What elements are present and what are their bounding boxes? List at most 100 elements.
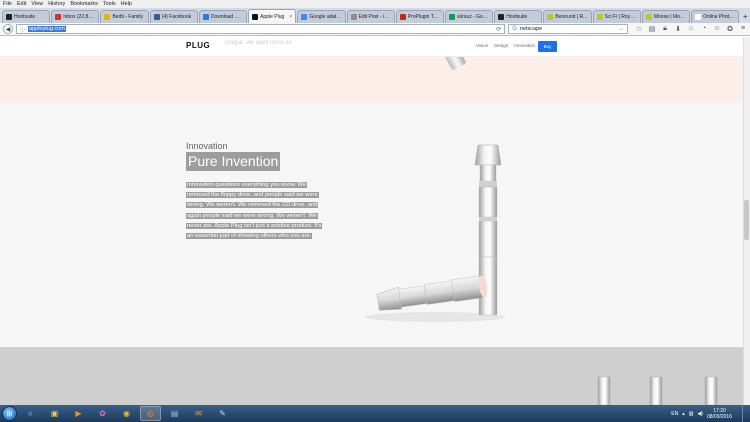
tab-label: Edit Post - iPi... [358,14,391,20]
star-icon[interactable]: ☆ [635,25,643,33]
site-nav-vision[interactable]: Vision [476,43,488,48]
menu-item-history[interactable]: History [48,0,65,8]
browser-tab[interactable]: Sci Fi | Royalt... [592,10,641,23]
browser-tab[interactable]: Benound | R... [543,10,592,23]
tab-label: Sci Fi | Royalt... [604,14,637,20]
menu-item-edit[interactable]: Edit [17,0,26,8]
tab-favicon-icon [448,14,455,20]
reload-icon[interactable]: ⟳ [496,26,501,33]
body-line: again people said we were wrong. We were… [186,211,338,221]
browser-tab[interactable]: Edit Post - iPi... [346,10,395,23]
footer-band [0,347,743,405]
menu-icon[interactable]: ≡ [739,25,747,33]
tab-favicon-icon [498,14,505,20]
tab-label: Online Photo Edit... [703,14,735,20]
menu-item-tools[interactable]: Tools [103,0,116,8]
tab-favicon-icon [252,13,259,20]
remote-desktop-icon[interactable]: ▤ [164,406,185,421]
section-body: Innovation questions everything you know… [186,180,338,241]
tab-bar: Hootsuite Inbox (22,800)... Bedti - Family… [0,8,750,23]
search-go-icon[interactable]: → [618,26,624,32]
outlook-icon[interactable]: ✉ [188,406,209,421]
menu-item-bookmarks[interactable]: Bookmarks [70,0,98,8]
system-tray: EN ▴ ▥ ◀︎) 17:20 08/09/2016 [671,405,732,422]
tab-favicon-icon [202,14,209,20]
tab-favicon-icon [153,14,160,20]
network-icon[interactable]: ▥ [689,411,694,417]
tab-favicon-icon [645,14,652,20]
home-icon[interactable]: ⌂ [687,25,695,33]
browser-tab[interactable]: Hootsuite [494,10,543,23]
menu-item-view[interactable]: View [31,0,43,8]
tab-favicon-icon [350,14,357,20]
browser-tab[interactable]: Google adalk... [297,10,346,23]
plug-product-image [365,144,505,322]
tray-arrow-icon[interactable]: ▴ [682,411,685,417]
hero-band [0,57,743,102]
menu-item-file[interactable]: File [3,0,12,8]
browser-tab[interactable]: Apple Plug × [248,9,297,23]
close-tab-icon[interactable]: × [289,14,292,20]
tab-label: Google adalk... [309,14,342,20]
internet-explorer-icon[interactable]: e [20,406,41,421]
firefox-icon[interactable]: ◍ [140,406,161,421]
media-player-icon[interactable]: ▶ [68,406,89,421]
body-line: Innovation questions everything you know… [186,180,338,190]
clock[interactable]: 17:20 08/09/2016 [707,408,732,420]
chrome-icon[interactable]: ◉ [116,406,137,421]
menu-item-help[interactable]: Help [121,0,132,8]
section-title: Pure Invention [186,152,281,171]
tab-favicon-icon [399,14,406,20]
page-scrollbar-thumb[interactable] [744,200,749,240]
tab-label: Inbox (22,800)... [63,14,96,20]
body-line: an essential part of showing others who … [186,231,338,241]
site-info-icon[interactable]: ⓘ [20,26,25,33]
browser-tab[interactable]: ProPlugin Tabl... [395,10,444,23]
tab-label: Hootsuite [14,14,36,20]
lock-icon[interactable]: 🔒︎ [661,25,669,33]
site-nav-design[interactable]: Design [494,43,508,48]
site-nav-innovation[interactable]: Innovation [514,43,535,48]
browser-tab[interactable]: Online Photo Edit... [691,10,740,23]
tools-icon[interactable]: ✎ [212,406,233,421]
browser-tab[interactable]: Bedti - Family [100,10,149,23]
folder-icon[interactable]: ▣ [44,406,65,421]
address-bar[interactable]: ⓘ appleplug.com ⟳ [16,24,506,34]
tab-label: Benound | R... [555,14,588,20]
site-logo[interactable]: PLUG [186,41,210,50]
navigation-toolbar: ◀ ⓘ appleplug.com ⟳ G netscape → ☆ ▤ 🔒︎ … [0,23,750,36]
paint-icon[interactable]: ✿ [92,406,113,421]
search-engine-icon[interactable]: G [512,26,517,32]
web-page: PLUG unique. we want more so Vision Desig… [0,37,743,405]
chat-icon[interactable]: ☺ [713,25,721,33]
new-tab-button[interactable]: + [740,10,750,23]
hero-ghost-text: unique. we want more so [225,40,292,46]
tab-favicon-icon [104,14,111,20]
back-button[interactable]: ◀ [3,24,13,34]
buy-button[interactable]: Buy [538,41,557,52]
download-icon[interactable]: ⬇ [674,25,682,33]
tab-label: Hootsuite [506,14,528,20]
extension-icon[interactable]: ✪ [726,25,734,33]
body-line: wrong. We weren't. We removed the CD dri… [186,200,338,210]
browser-tab[interactable]: Inbox (22,800)... [51,10,100,23]
tab-label: Apple Plug [260,13,285,20]
body-line-text: again people said we were wrong. We were… [186,212,318,219]
body-line: never are. Apple Plug isn't just a prist… [186,221,338,231]
start-button[interactable]: ⊞ [2,406,17,421]
language-indicator[interactable]: EN [671,411,678,417]
pocket-icon[interactable]: ◔ [700,25,708,33]
reading-list-icon[interactable]: ▤ [648,25,656,33]
browser-tab[interactable]: Download Re... [198,10,248,23]
address-url: appleplug.com [28,26,66,32]
browser-tab[interactable]: sürsuz - Goo... [444,10,494,23]
show-desktop-button[interactable] [742,405,750,422]
browser-tab[interactable]: Hootsuite [2,10,51,23]
tab-label: Moose | Mod... [653,14,687,20]
search-bar[interactable]: G netscape → [508,24,628,34]
browser-tab[interactable]: (4) Facebook [149,10,198,23]
browser-tab[interactable]: Moose | Mod... [641,10,691,23]
tab-favicon-icon [6,14,12,20]
plug-row-image [597,376,718,405]
volume-icon[interactable]: ◀︎) [697,411,703,417]
